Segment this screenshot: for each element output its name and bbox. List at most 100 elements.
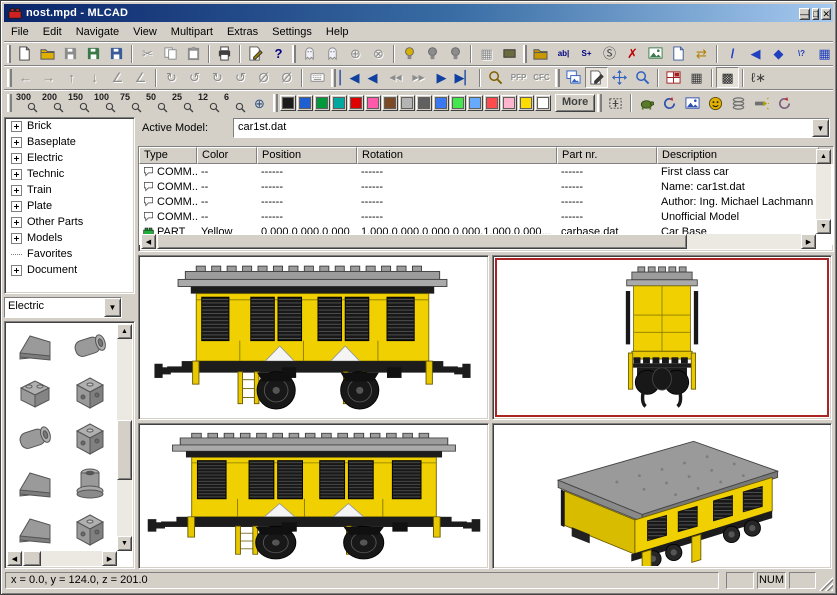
part-thumbnail[interactable] (7, 461, 62, 505)
scrollbar-thumb[interactable] (117, 420, 132, 480)
resize-grip[interactable] (819, 577, 833, 591)
toolbar-grip[interactable] (7, 69, 12, 87)
context-help-icon[interactable]: ? (267, 43, 290, 64)
zoom-50-icon[interactable]: 50 (144, 92, 170, 114)
viewport-3d[interactable] (492, 423, 832, 569)
export-picture-icon[interactable] (681, 93, 704, 114)
part-thumbnail[interactable] (62, 461, 117, 505)
view-mode-photo-icon[interactable] (562, 67, 585, 88)
toolbar-grip[interactable] (7, 45, 11, 63)
toolbar-grip[interactable] (555, 69, 560, 87)
replace-part-icon[interactable]: ⇄ (690, 43, 713, 64)
zoom-fit-icon[interactable]: ⊕ (248, 93, 271, 114)
tree-item-favorites[interactable]: Favorites (5, 246, 134, 262)
color-white[interactable] (535, 95, 551, 111)
light-auto-icon[interactable] (444, 43, 467, 64)
edit-vertices-icon[interactable]: ▦ (813, 43, 836, 64)
zoom-6-icon[interactable]: 6 (222, 92, 248, 114)
step-last-icon[interactable]: ▶▏ (453, 67, 476, 88)
part-thumbnail[interactable] (62, 507, 117, 551)
expand-plus-icon[interactable] (11, 137, 22, 148)
color-blue[interactable] (297, 95, 313, 111)
add-rotation-step-icon[interactable]: Ⓢ (598, 43, 621, 64)
part-thumbnail[interactable] (62, 416, 117, 460)
rotate-z-neg-icon[interactable]: ∠ (129, 67, 152, 88)
coil-icon[interactable] (727, 93, 750, 114)
toolbar-grip[interactable] (597, 94, 602, 112)
zoom-25-icon[interactable]: 25 (170, 92, 196, 114)
toolbar-grip[interactable] (331, 69, 336, 87)
ghost-part-icon[interactable] (298, 43, 321, 64)
scroll-right-icon[interactable]: ▶ (801, 234, 816, 249)
view-pan-icon[interactable] (608, 67, 631, 88)
fit-frame-icon[interactable] (604, 93, 627, 114)
zoom-150-icon[interactable]: 150 (66, 92, 92, 114)
rotate-z-cw-icon[interactable]: Ø (252, 67, 275, 88)
step-next-icon[interactable]: ▶ (430, 67, 453, 88)
add-step-icon[interactable]: S+ (575, 43, 598, 64)
part-thumbnail[interactable] (62, 324, 117, 368)
part-thumbnail[interactable] (7, 324, 62, 368)
color-teal[interactable] (331, 95, 347, 111)
toolbar-grip[interactable] (292, 45, 296, 63)
viewport-side-top[interactable] (138, 255, 489, 420)
table-row[interactable]: COMM...--------------------First class c… (139, 164, 833, 179)
cut-icon[interactable]: ✂ (136, 43, 159, 64)
draw-triangle-icon[interactable]: ◀ (744, 43, 767, 64)
expand-plus-icon[interactable] (11, 233, 22, 244)
color-black[interactable] (280, 95, 296, 111)
scroll-down-icon[interactable]: ▼ (117, 536, 132, 551)
expand-plus-icon[interactable] (11, 265, 22, 276)
hide-part-icon[interactable]: ⊗ (367, 43, 390, 64)
paste-icon[interactable] (182, 43, 205, 64)
zoom-12-icon[interactable]: 12 (196, 92, 222, 114)
move-x-pos-icon[interactable]: → (37, 67, 60, 88)
menu-navigate[interactable]: Navigate (69, 24, 126, 40)
viewport-side-bottom[interactable] (138, 423, 489, 569)
table-horizontal-scrollbar[interactable]: ◀ ▶ (141, 234, 816, 249)
view-zoom-icon[interactable] (631, 67, 654, 88)
print-icon[interactable] (213, 43, 236, 64)
multistep-next-icon[interactable]: ▶▶ (407, 67, 430, 88)
scrollbar-thumb[interactable] (23, 551, 41, 566)
copy-image-icon[interactable] (105, 43, 128, 64)
column-header-color[interactable]: Color (197, 147, 257, 164)
color-yellow[interactable] (518, 95, 534, 111)
rotate-x-ccw-icon[interactable]: ↺ (183, 67, 206, 88)
find-part-icon[interactable] (484, 67, 507, 88)
toolbar-grip[interactable] (7, 94, 12, 112)
background-color-icon[interactable] (498, 43, 521, 64)
viewport-layout-icon[interactable] (662, 67, 685, 88)
color-magenta[interactable] (365, 95, 381, 111)
rotate-y-cw-icon[interactable]: ↻ (206, 67, 229, 88)
close-button[interactable]: ✕ (821, 8, 831, 20)
viewport-end-active[interactable] (492, 255, 832, 420)
color-pink[interactable] (501, 95, 517, 111)
tree-item-brick[interactable]: Brick (5, 118, 134, 134)
move-y-pos-icon[interactable]: ↓ (83, 67, 106, 88)
tree-item-baseplate[interactable]: Baseplate (5, 134, 134, 150)
unghost-part-icon[interactable] (321, 43, 344, 64)
menu-settings[interactable]: Settings (265, 24, 319, 40)
combo-dropdown-icon[interactable]: ▼ (104, 298, 121, 317)
expand-plus-icon[interactable] (11, 153, 22, 164)
rotation-step-icon[interactable] (773, 93, 796, 114)
copy-icon[interactable] (159, 43, 182, 64)
parts-group-combo[interactable]: Electric ▼ (4, 297, 122, 318)
color-bright-green[interactable] (450, 95, 466, 111)
grid-fine-icon[interactable]: ▩ (716, 67, 739, 88)
find-cfc-icon[interactable]: CFC (530, 67, 553, 88)
column-header-rotation[interactable]: Rotation (357, 147, 557, 164)
menu-help[interactable]: Help (319, 24, 356, 40)
flashlight-icon[interactable] (750, 93, 773, 114)
move-x-neg-icon[interactable]: ← (14, 67, 37, 88)
turtle-icon[interactable] (635, 93, 658, 114)
light-on-icon[interactable] (398, 43, 421, 64)
grid-coarse-icon[interactable]: ▦ (685, 67, 708, 88)
more-colors-button[interactable]: More (555, 94, 595, 112)
scroll-down-icon[interactable]: ▼ (816, 219, 831, 234)
tree-item-models[interactable]: Models (5, 230, 134, 246)
save-file-icon[interactable] (59, 43, 82, 64)
toolbar-grip[interactable] (273, 94, 278, 112)
scrollbar-thumb[interactable] (157, 234, 687, 249)
